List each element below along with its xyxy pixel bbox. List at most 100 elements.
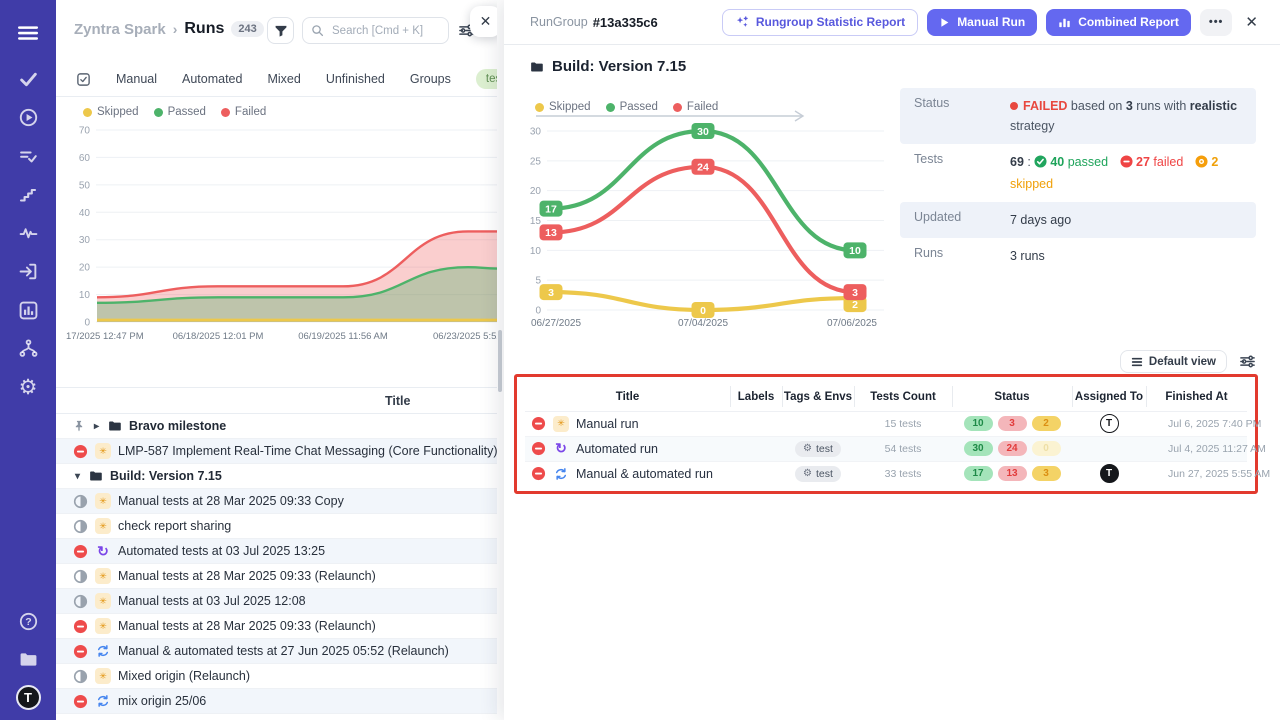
skipped-dot-icon — [1195, 157, 1208, 171]
run-list-item[interactable]: ✳Mixed origin (Relaunch) — [56, 664, 497, 689]
sidebar-item-projects[interactable] — [0, 641, 56, 680]
column-header-title[interactable]: Title — [525, 382, 730, 411]
gear-icon: ⚙ — [803, 469, 812, 479]
user-avatar[interactable]: T — [16, 685, 41, 710]
status-label: Status — [914, 96, 1010, 136]
svg-text:3: 3 — [548, 287, 554, 299]
run-list-item[interactable]: ✳Manual tests at 28 Mar 2025 09:33 (Rela… — [56, 564, 497, 589]
test-cases-icon — [19, 70, 38, 89]
status-pill-yellow: 2 — [1032, 416, 1061, 431]
tag-pill[interactable]: ⚙test — [795, 466, 841, 482]
rungroup-statistic-report-button[interactable]: Rungroup Statistic Report — [722, 9, 918, 36]
column-header-labels[interactable]: Labels — [730, 382, 782, 411]
run-list-item[interactable]: ✳Manual tests at 28 Mar 2025 09:33 (Rela… — [56, 614, 497, 639]
tab-unfinished[interactable]: Unfinished — [326, 72, 385, 86]
manual-run-icon: ✳ — [95, 568, 111, 584]
panel-close-button[interactable]: ✕ — [470, 6, 497, 37]
run-list-item[interactable]: ▾ Build: Version 7.15 — [56, 464, 497, 489]
table-row[interactable]: ↻Automated run⚙test54 tests30240Jul 4, 2… — [525, 437, 1247, 462]
sidebar-item-settings[interactable]: ⚙ — [0, 368, 56, 407]
legend-dot-skipped — [83, 108, 92, 117]
area-chart-legend: SkippedPassedFailed — [83, 106, 266, 118]
run-list-item[interactable]: ▸Bravo milestone — [56, 414, 497, 439]
svg-text:30: 30 — [530, 127, 542, 138]
page-title: Runs — [184, 20, 224, 38]
column-header-tests-count[interactable]: Tests Count — [854, 382, 952, 411]
scrollbar[interactable] — [497, 0, 504, 720]
tab-automated[interactable]: Automated — [182, 72, 242, 86]
milestones-icon — [19, 186, 37, 204]
area-x-tick: 06/19/2025 11:56 AM — [293, 331, 393, 342]
tag-pill[interactable]: ⚙test — [795, 441, 841, 457]
run-title: check report sharing — [118, 519, 231, 533]
status-pills: 17133 — [952, 466, 1072, 481]
run-title: Manual & automated tests at 27 Jun 2025 … — [118, 644, 449, 658]
sidebar-item-main-menu[interactable] — [0, 12, 56, 54]
detail-row-updated: Updated 7 days ago — [900, 202, 1256, 238]
column-header-status[interactable]: Status — [952, 382, 1072, 411]
run-list-item[interactable]: ↻Automated tests at 03 Jul 2025 13:25 — [56, 539, 497, 564]
rungroup-id: #13a335c6 — [593, 15, 658, 30]
tab-all-runs-icon[interactable] — [76, 72, 91, 87]
default-view-button[interactable]: Default view — [1120, 350, 1227, 373]
run-list-item[interactable]: mix origin 25/06 — [56, 689, 497, 714]
combined-report-button[interactable]: Combined Report — [1046, 9, 1191, 36]
tab-groups[interactable]: Groups — [410, 72, 451, 86]
column-header-tags-envs[interactable]: Tags & Envs — [782, 382, 854, 411]
sidebar-item-integrations[interactable] — [0, 330, 56, 369]
automated-run-icon: ↻ — [95, 543, 111, 559]
combined-report-label: Combined Report — [1078, 15, 1179, 29]
close-icon[interactable]: ✕ — [1245, 13, 1258, 31]
failed-dot-icon — [1010, 102, 1018, 110]
sidebar-item-test-cases[interactable] — [0, 60, 56, 99]
run-title: Build: Version 7.15 — [110, 469, 222, 483]
column-header-assigned-to[interactable]: Assigned To — [1072, 382, 1146, 411]
run-list-item[interactable]: ✳Manual tests at 28 Mar 2025 09:33 Copy — [56, 489, 497, 514]
table-settings-icon[interactable] — [1239, 353, 1256, 370]
run-list-item[interactable]: ✳check report sharing — [56, 514, 497, 539]
projects-icon — [19, 650, 38, 669]
failed-minus-icon — [1120, 157, 1133, 171]
column-header-finished-at[interactable]: Finished At — [1146, 382, 1247, 411]
sidebar-item-inbox[interactable] — [0, 253, 56, 292]
tab-filter-pill[interactable]: test work — [476, 69, 497, 89]
chevron-down-icon[interactable]: ▾ — [73, 471, 82, 482]
runs-icon — [19, 108, 38, 127]
detail-row-tests: Tests 69 : 40 passed27 failed2 skipped — [900, 144, 1256, 202]
tests-label: Tests — [914, 152, 1010, 194]
failed-status-icon — [531, 441, 546, 456]
run-list-item[interactable]: ✳LMP-587 Implement Real-Time Chat Messag… — [56, 439, 497, 464]
sidebar-item-milestones[interactable] — [0, 176, 56, 215]
table-row[interactable]: Manual & automated run⚙test33 tests17133… — [525, 462, 1247, 487]
tab-mixed[interactable]: Mixed — [267, 72, 300, 86]
svg-text:13: 13 — [545, 227, 557, 239]
tags-cell: ⚙test — [782, 440, 854, 457]
search-box — [302, 17, 449, 44]
svg-text:30: 30 — [79, 235, 91, 246]
status-pills: 30240 — [952, 441, 1072, 456]
run-list-item[interactable]: Manual & automated tests at 27 Jun 2025 … — [56, 639, 497, 664]
breadcrumb-app[interactable]: Zyntra Spark — [74, 21, 166, 38]
tab-manual[interactable]: Manual — [116, 72, 157, 86]
run-list-item[interactable]: ✳Manual tests at 03 Jul 2025 12:08 — [56, 589, 497, 614]
search-input[interactable] — [330, 24, 440, 38]
chevron-right-icon[interactable]: ▸ — [92, 421, 101, 432]
area-x-tick: 17/2025 12:47 PM — [66, 331, 144, 342]
assignee-avatar[interactable]: T — [1100, 414, 1119, 433]
sidebar-item-checklists[interactable] — [0, 137, 56, 176]
table-row[interactable]: ✳Manual run15 tests1032TJul 6, 2025 7:40… — [525, 412, 1247, 437]
sidebar-item-runs[interactable] — [0, 99, 56, 138]
sidebar-item-activity[interactable] — [0, 214, 56, 253]
sidebar-item-help[interactable]: ? — [0, 602, 56, 641]
filter-button[interactable] — [267, 17, 294, 44]
manual-run-button[interactable]: Manual Run — [927, 9, 1037, 36]
sidebar-item-reports[interactable] — [0, 291, 56, 330]
scrollbar-thumb[interactable] — [498, 330, 502, 392]
svg-text:20: 20 — [530, 186, 542, 197]
app-root: ⚙?T Zyntra Spark › Runs 243 ✕ ManualAuto… — [0, 0, 1280, 720]
failed-status-icon — [73, 694, 88, 709]
finished-at-cell: Jul 6, 2025 7:40 PM — [1146, 418, 1261, 430]
more-actions-button[interactable]: ••• — [1200, 9, 1233, 36]
assignee-avatar[interactable]: T — [1100, 464, 1119, 483]
search-icon — [311, 24, 324, 37]
